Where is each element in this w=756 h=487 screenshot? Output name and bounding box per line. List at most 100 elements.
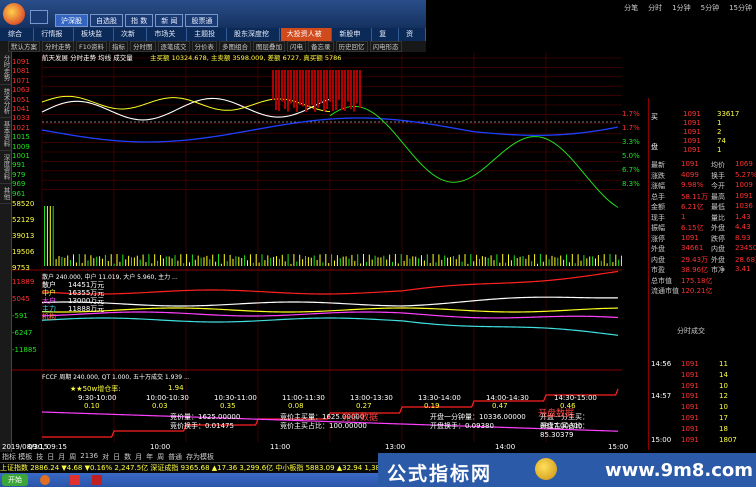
volume-bar bbox=[81, 262, 83, 266]
app-icon-1[interactable] bbox=[40, 475, 50, 485]
volume-bar bbox=[270, 257, 272, 266]
top-tab-4[interactable]: 股票通 bbox=[185, 14, 219, 27]
side-tab-2[interactable]: 基本资料 bbox=[0, 118, 11, 151]
toolbar-item-12[interactable]: 闪电形态 bbox=[369, 41, 402, 52]
buy-price: 1091 bbox=[683, 119, 701, 127]
start-button[interactable]: 开始 bbox=[2, 474, 28, 486]
volume-bar bbox=[136, 255, 138, 266]
volume-bar bbox=[438, 254, 440, 266]
nav-tab-1[interactable]: 行情报价 bbox=[35, 28, 75, 51]
period-tab-0[interactable]: 分笔 bbox=[624, 3, 638, 13]
indicator-tab-2[interactable]: 日 bbox=[47, 452, 54, 462]
toolbar-item-0[interactable]: 默认方案 bbox=[8, 41, 40, 52]
nav-tab-0[interactable]: 综合屏 bbox=[2, 28, 35, 51]
nav-tab-6[interactable]: 股东深度挖掘 bbox=[228, 28, 280, 51]
period-tab-1[interactable]: 分时 bbox=[648, 3, 662, 13]
volume-bar bbox=[534, 254, 536, 266]
indicator-tab-4[interactable]: 周 bbox=[69, 452, 76, 462]
volume-bar bbox=[336, 255, 338, 266]
nav-tab-4[interactable]: 市场关注 bbox=[148, 28, 188, 51]
red-block bbox=[356, 70, 358, 104]
indicator-tab-12[interactable]: 普通 bbox=[168, 452, 182, 462]
red-block bbox=[284, 70, 286, 110]
volume-bar bbox=[168, 256, 170, 266]
volume-bar bbox=[615, 254, 617, 266]
indicator-tab-7[interactable]: 日 bbox=[113, 452, 120, 462]
indicator-tab-13[interactable]: 存为模板 bbox=[186, 452, 214, 462]
red-block bbox=[305, 70, 307, 112]
indicator-tab-3[interactable]: 月 bbox=[58, 452, 65, 462]
toolbar-item-9[interactable]: 闪电 bbox=[287, 41, 307, 52]
toolbar-item-2[interactable]: F10资料 bbox=[76, 41, 108, 52]
app-icon-2[interactable] bbox=[70, 475, 80, 485]
toolbar-item-8[interactable]: 图层叠加 bbox=[253, 41, 286, 52]
app-icon-3[interactable] bbox=[92, 475, 102, 485]
volume-bar bbox=[595, 258, 596, 266]
red-block bbox=[302, 70, 304, 107]
red-block bbox=[293, 70, 295, 108]
period-time: 10:30-11:00 bbox=[214, 394, 257, 402]
volume-bar bbox=[499, 262, 501, 266]
nav-tab-7[interactable]: 大投资人被套 bbox=[280, 28, 333, 51]
top-tab-2[interactable]: 指 数 bbox=[125, 14, 154, 27]
volume-bar bbox=[412, 256, 414, 266]
side-tab-0[interactable]: 分时走势 bbox=[0, 52, 11, 85]
price-tick: 1021 bbox=[12, 123, 30, 132]
indicator-tab-8[interactable]: 数 bbox=[124, 452, 131, 462]
side-tab-4[interactable]: 其他 bbox=[0, 184, 11, 204]
nav-tab-3[interactable]: 次新股 bbox=[115, 28, 148, 51]
quote-stat: 内盘 bbox=[651, 255, 665, 264]
nav-tab-2[interactable]: 板块监控 bbox=[75, 28, 114, 51]
indicator-tab-10[interactable]: 年 bbox=[146, 452, 153, 462]
nav-tab-5[interactable]: 主题投资 bbox=[188, 28, 227, 51]
period-tab-2[interactable]: 1分钟 bbox=[672, 3, 690, 13]
volume-bar bbox=[568, 262, 570, 266]
indicator-tab-11[interactable]: 周 bbox=[157, 452, 164, 462]
period-tab-3[interactable]: 5分钟 bbox=[701, 3, 719, 13]
volume-bar bbox=[487, 257, 489, 266]
top-tab-1[interactable]: 自选股 bbox=[90, 14, 123, 27]
back-button[interactable] bbox=[30, 10, 48, 24]
subpanel1-tick: -591 bbox=[12, 312, 28, 320]
toolbar-item-7[interactable]: 多图组合 bbox=[219, 41, 252, 52]
red-block bbox=[275, 70, 277, 111]
nav-tab-10[interactable]: 资讯 bbox=[400, 28, 427, 51]
volume-bar bbox=[215, 261, 217, 266]
pct-tick: 8.3% bbox=[622, 180, 640, 188]
time-axis: 09:15 10:00 11:00 13:00 14:00 15:00 2019/08/30… bbox=[0, 443, 628, 452]
toolbar-item-6[interactable]: 分价表 bbox=[191, 41, 218, 52]
indicator-tab-5[interactable]: 2136 bbox=[80, 452, 98, 462]
quote-stat: 现手 bbox=[651, 213, 665, 222]
indicator-tab-1[interactable]: 技 bbox=[36, 452, 43, 462]
nav-tab-9[interactable]: 复盘 bbox=[373, 28, 400, 51]
volume-bar bbox=[157, 260, 159, 266]
tick-row: 18 bbox=[719, 424, 728, 433]
top-tab-3[interactable]: 新 闻 bbox=[155, 14, 184, 27]
volume-bar bbox=[368, 254, 370, 266]
period-tab-4[interactable]: 15分钟 bbox=[729, 3, 752, 13]
side-tab-3[interactable]: 深度资料 bbox=[0, 151, 11, 184]
tick-row: 1091 bbox=[681, 403, 699, 412]
volume-bar bbox=[316, 259, 318, 266]
volume-bar bbox=[322, 262, 324, 266]
volume-bar bbox=[606, 263, 608, 266]
indicator-tab-6[interactable]: 对 bbox=[102, 452, 109, 462]
quote-stat: 均价 bbox=[711, 161, 725, 169]
toolbar: 默认方案 分时走势 F10资料 指标 分时图 逐笔成交 分价表 多图组合 图层叠加 闪电 备忘录 历史… bbox=[0, 41, 426, 52]
top-tab-0[interactable]: 沪深股 bbox=[55, 14, 88, 27]
quote-stat: 1036 bbox=[735, 202, 753, 210]
indicator-tab-9[interactable]: 月 bbox=[135, 452, 142, 462]
indicator-tab-0[interactable]: 指标 模板 bbox=[2, 452, 32, 462]
toolbar-item-5[interactable]: 逐笔成交 bbox=[157, 41, 190, 52]
nav-tab-8[interactable]: 新股申购 bbox=[333, 28, 373, 51]
quote-stat: 振幅 bbox=[651, 224, 665, 232]
toolbar-item-1[interactable]: 分时走势 bbox=[42, 41, 74, 52]
toolbar-item-11[interactable]: 历史回忆 bbox=[335, 41, 368, 52]
toolbar-item-10[interactable]: 备忘录 bbox=[308, 41, 334, 52]
app-logo-icon[interactable] bbox=[3, 3, 25, 25]
side-tab-1[interactable]: 技术分析 bbox=[0, 85, 11, 118]
toolbar-item-3[interactable]: 指标 bbox=[109, 41, 129, 52]
toolbar-item-4[interactable]: 分时图 bbox=[130, 41, 156, 52]
buy-volume: 74 bbox=[717, 137, 726, 145]
quote-stat: 9.98% bbox=[681, 181, 704, 189]
